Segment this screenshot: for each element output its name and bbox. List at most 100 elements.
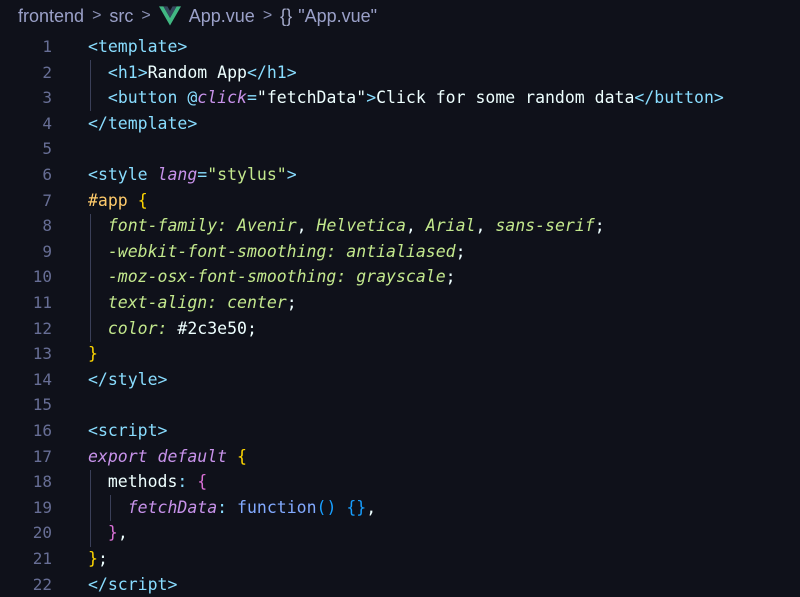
code-token: color: <box>107 318 168 338</box>
code-token: ; <box>286 293 297 312</box>
code-line[interactable]: 2 <h1>Random App</h1> <box>0 60 800 86</box>
code-token: </ <box>88 574 108 594</box>
code-line[interactable]: 1 <template> <box>0 34 800 60</box>
code-line[interactable]: 9 -webkit-font-smoothing: antialiased; <box>0 239 800 265</box>
breadcrumb-item-src[interactable]: src <box>109 6 133 27</box>
line-number: 7 <box>42 190 52 210</box>
code-text: }, <box>88 520 128 546</box>
code-token: < <box>88 421 98 440</box>
code-token: Avenir <box>227 216 297 236</box>
code-token: ; <box>455 241 466 261</box>
code-token: { <box>137 190 148 210</box>
breadcrumb-item-file[interactable]: App.vue <box>189 6 255 27</box>
code-token: {} <box>346 497 367 517</box>
code-line[interactable]: 6 <style lang="stylus"> <box>0 162 800 188</box>
code-token: : <box>217 216 228 236</box>
line-number: 13 <box>32 344 52 364</box>
code-line[interactable]: 21}; <box>0 546 800 572</box>
code-line[interactable]: 4 </template> <box>0 111 800 137</box>
code-token: export <box>88 446 148 466</box>
code-token: > <box>177 37 188 56</box>
code-token: button <box>654 88 714 108</box>
code-token: </ <box>634 88 655 108</box>
code-text: } <box>88 341 98 367</box>
code-token: </ <box>88 369 108 389</box>
line-number: 2 <box>42 62 52 82</box>
line-number: 4 <box>42 113 52 133</box>
code-text: font-family: Avenir, Helvetica, Arial, s… <box>88 213 605 239</box>
code-line[interactable]: 14 </style> <box>0 367 800 393</box>
code-text: color: #2c3e50; <box>88 316 257 342</box>
code-text: <template> <box>88 34 187 60</box>
code-line[interactable]: 22 </script> <box>0 572 800 597</box>
code-token: style <box>97 165 148 184</box>
vue-logo-icon <box>158 6 181 26</box>
chevron-right-icon: > <box>141 7 151 24</box>
code-token: : <box>177 472 188 492</box>
code-line[interactable]: 18 methods: { <box>0 469 800 495</box>
code-line[interactable]: 15 <box>0 392 800 418</box>
code-token: Random App <box>147 62 247 82</box>
code-token: </ <box>88 113 108 133</box>
code-text: export default { <box>88 444 247 470</box>
code-line[interactable]: 20 }, <box>0 520 800 546</box>
code-text: }; <box>88 546 108 572</box>
code-token: { <box>197 472 208 492</box>
code-editor[interactable]: 1 <template> 2 <h1>Random App</h1> 3 <butto… <box>0 32 800 594</box>
code-token: { <box>237 446 247 466</box>
code-line[interactable]: 3 <button @click="fetchData">Click for s… <box>0 85 800 111</box>
code-token: = <box>197 165 208 184</box>
code-token: Arial <box>425 216 476 236</box>
code-line[interactable]: 11 text-align: center; <box>0 290 800 316</box>
code-line[interactable]: 13} <box>0 341 800 367</box>
code-token: </ <box>246 62 267 82</box>
code-token: > <box>286 62 297 82</box>
code-token: sans-serif <box>495 216 595 236</box>
code-token: > <box>157 421 168 440</box>
code-token: } <box>88 549 98 568</box>
code-token: = <box>246 88 257 108</box>
code-token: : <box>217 497 228 517</box>
line-number: 10 <box>32 267 52 287</box>
code-token: ; <box>97 549 108 568</box>
code-token: ; <box>594 216 605 236</box>
code-token: > <box>167 574 178 594</box>
line-number: 5 <box>42 139 52 159</box>
code-line[interactable]: 16 <script> <box>0 418 800 444</box>
code-token: ; <box>445 267 456 287</box>
code-token: > <box>137 62 148 82</box>
code-token: function <box>237 497 317 517</box>
line-number: 18 <box>32 472 52 492</box>
code-line[interactable]: 12 color: #2c3e50; <box>0 316 800 342</box>
code-line[interactable]: 5 <box>0 136 800 162</box>
breadcrumb-item-symbol[interactable]: "App.vue" <box>298 6 377 27</box>
code-token: #2c3e50; <box>167 318 257 338</box>
breadcrumb-item-frontend[interactable]: frontend <box>18 6 84 27</box>
line-number: 17 <box>32 446 52 466</box>
code-line[interactable]: 17 export default { <box>0 444 800 470</box>
line-number: 11 <box>32 293 52 312</box>
code-line[interactable]: 10 -moz-osx-font-smoothing: grayscale; <box>0 264 800 290</box>
code-token: h1 <box>117 62 138 82</box>
code-text: <script> <box>88 418 167 444</box>
line-number: 16 <box>32 421 52 440</box>
code-text: #app { <box>88 188 148 214</box>
line-number: 15 <box>32 395 52 415</box>
code-line[interactable]: 8 font-family: Avenir, Helvetica, Arial,… <box>0 213 800 239</box>
code-line[interactable]: 19 fetchData: function() {}, <box>0 495 800 521</box>
code-token: button <box>117 88 178 108</box>
code-token: "fetchData" <box>256 88 367 108</box>
code-token: > <box>713 88 724 108</box>
code-line[interactable]: 7 #app { <box>0 188 800 214</box>
